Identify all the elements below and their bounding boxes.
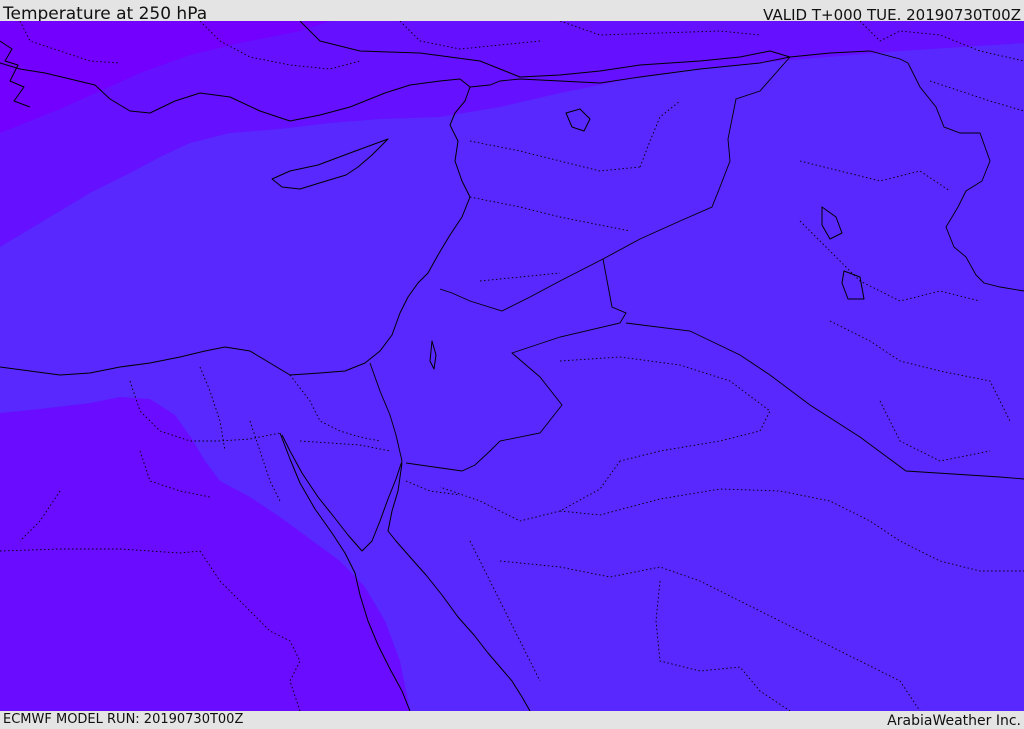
header-bar: Temperature at 250 hPa VALID T+000 TUE. …	[0, 0, 1024, 24]
model-run-label: ECMWF MODEL RUN: 20190730T00Z	[3, 712, 244, 727]
credit-label: ArabiaWeather Inc.	[887, 713, 1021, 729]
map-product-page: Temperature at 250 hPa VALID T+000 TUE. …	[0, 0, 1024, 729]
temperature-map	[0, 21, 1024, 711]
